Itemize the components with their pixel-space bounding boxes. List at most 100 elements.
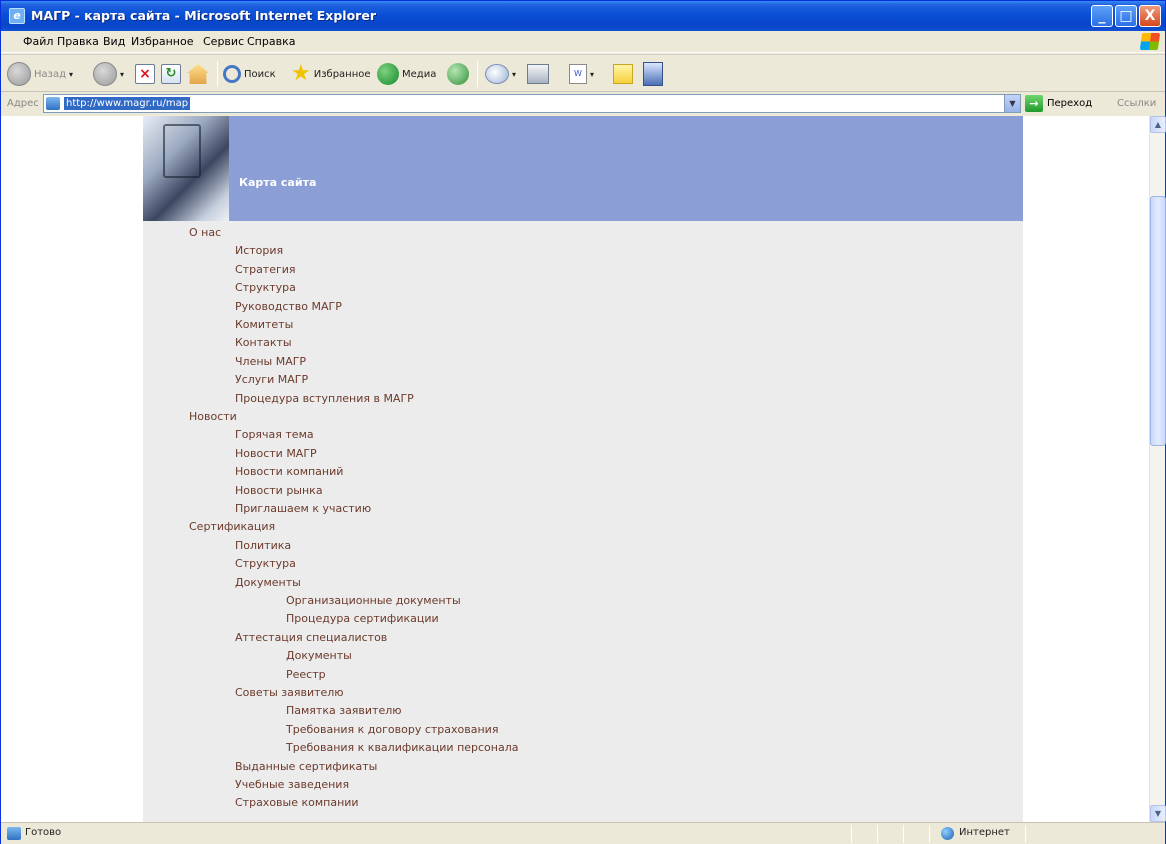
- sitemap-link[interactable]: Процедура вступления в МАГР: [235, 392, 414, 406]
- sitemap-link[interactable]: Учебные заведения: [235, 778, 349, 792]
- favorites-label: Избранное: [313, 68, 371, 80]
- messenger-button[interactable]: [643, 59, 663, 89]
- home-button[interactable]: [187, 59, 209, 89]
- sitemap-link[interactable]: Реестр: [286, 668, 326, 682]
- sitemap-link[interactable]: Горячая тема: [235, 428, 314, 442]
- sitemap-page: Карта сайта О нас История Стратегия Структу…: [143, 116, 1023, 822]
- chevron-down-icon[interactable]: ▾: [590, 70, 594, 79]
- sitemap-link[interactable]: Структура: [235, 557, 296, 571]
- maximize-button[interactable]: □: [1115, 5, 1137, 27]
- browser-window: e МАГР - карта сайта - Microsoft Interne…: [0, 0, 1166, 844]
- page-icon: [46, 97, 60, 110]
- menu-file[interactable]: Файл: [23, 35, 53, 48]
- sitemap-link[interactable]: Руководство МАГР: [235, 300, 342, 314]
- stop-button[interactable]: ×: [135, 59, 155, 89]
- sitemap-link[interactable]: Структура: [235, 281, 296, 295]
- sitemap-link[interactable]: Страховые компании: [235, 796, 359, 810]
- mail-icon: [485, 64, 509, 84]
- window-title: МАГР - карта сайта - Microsoft Internet …: [31, 8, 376, 23]
- sitemap-link[interactable]: Комитеты: [235, 318, 293, 332]
- edit-button[interactable]: W ▾: [569, 59, 594, 89]
- sitemap-link[interactable]: История: [235, 244, 283, 258]
- menu-view[interactable]: Вид: [103, 35, 125, 48]
- sitemap-link[interactable]: Выданные сертификаты: [235, 760, 377, 774]
- sitemap-link[interactable]: Документы: [286, 649, 352, 663]
- standard-toolbar: Назад ▾ ▾ × ↻ Поиск ★ Избранное Медиа ▾ …: [1, 54, 1165, 92]
- banner-image: [143, 116, 229, 221]
- close-button[interactable]: X: [1139, 5, 1161, 27]
- go-button[interactable]: → Переход: [1025, 95, 1092, 112]
- sitemap-link[interactable]: Члены МАГР: [235, 355, 306, 369]
- refresh-button[interactable]: ↻: [161, 59, 181, 89]
- windows-logo-icon: [1139, 33, 1161, 50]
- status-divider: [877, 825, 878, 843]
- scrollbar-thumb[interactable]: [1150, 196, 1166, 446]
- messenger-icon: [643, 62, 663, 86]
- sitemap-link[interactable]: Советы заявителю: [235, 686, 344, 700]
- status-text: Готово: [25, 827, 62, 838]
- status-divider: [1025, 825, 1026, 843]
- mail-button[interactable]: ▾: [485, 59, 516, 89]
- vertical-scrollbar[interactable]: ▲ ▼: [1149, 116, 1166, 822]
- go-label: Переход: [1047, 98, 1093, 109]
- sitemap-link[interactable]: Политика: [235, 539, 291, 553]
- forward-button[interactable]: ▾: [93, 59, 124, 89]
- sitemap-link[interactable]: Документы: [235, 576, 301, 590]
- sitemap-link[interactable]: Новости: [189, 410, 237, 424]
- chevron-down-icon[interactable]: ▾: [120, 70, 124, 79]
- title-bar[interactable]: e МАГР - карта сайта - Microsoft Interne…: [1, 1, 1165, 31]
- sitemap-link[interactable]: Аттестация специалистов: [235, 631, 387, 645]
- sitemap-link[interactable]: Приглашаем к участию: [235, 502, 371, 516]
- links-label[interactable]: Ссылки: [1117, 98, 1156, 109]
- search-icon: [223, 65, 241, 83]
- menu-bar: Файл Правка Вид Избранное Сервис Справка: [1, 31, 1165, 53]
- discuss-button[interactable]: [613, 59, 633, 89]
- address-label: Адрес: [7, 98, 39, 109]
- sitemap-link[interactable]: Организационные документы: [286, 594, 461, 608]
- minimize-button[interactable]: _: [1091, 5, 1113, 27]
- menu-edit[interactable]: Правка: [57, 35, 99, 48]
- favorites-button[interactable]: ★ Избранное: [291, 59, 371, 89]
- sitemap-link[interactable]: Сертификация: [189, 520, 275, 534]
- history-button[interactable]: [447, 59, 469, 89]
- media-button[interactable]: Медиа: [377, 59, 436, 89]
- page-viewport: Карта сайта О нас История Стратегия Структу…: [1, 116, 1149, 822]
- scroll-up-icon[interactable]: ▲: [1150, 116, 1166, 133]
- back-button[interactable]: Назад ▾: [7, 59, 73, 89]
- page-banner: Карта сайта: [143, 116, 1023, 221]
- page-done-icon: [7, 827, 21, 840]
- menu-help[interactable]: Справка: [247, 35, 295, 48]
- status-divider: [929, 825, 930, 843]
- chevron-down-icon[interactable]: ▼: [1004, 95, 1020, 112]
- address-input[interactable]: http://www.magr.ru/map ▼: [43, 94, 1021, 113]
- chevron-down-icon[interactable]: ▾: [512, 70, 516, 79]
- ie-icon: e: [9, 8, 25, 24]
- scroll-down-icon[interactable]: ▼: [1150, 805, 1166, 822]
- search-label: Поиск: [244, 68, 276, 80]
- media-icon: [377, 63, 399, 85]
- printer-icon: [527, 64, 549, 84]
- sitemap-link[interactable]: Услуги МАГР: [235, 373, 308, 387]
- zone-label: Интернет: [959, 827, 1010, 838]
- star-icon: ★: [291, 61, 311, 86]
- sitemap-link[interactable]: Новости МАГР: [235, 447, 317, 461]
- menu-tools[interactable]: Сервис: [203, 35, 244, 48]
- menu-favorites[interactable]: Избранное: [131, 35, 193, 48]
- search-button[interactable]: Поиск: [223, 59, 276, 89]
- history-icon: [447, 63, 469, 85]
- sitemap-link[interactable]: Новости рынка: [235, 484, 323, 498]
- sitemap-link[interactable]: Требования к договору страхования: [286, 723, 498, 737]
- media-label: Медиа: [402, 68, 437, 80]
- sitemap-link[interactable]: О нас: [189, 226, 221, 240]
- address-url[interactable]: http://www.magr.ru/map: [64, 97, 191, 110]
- sitemap-link[interactable]: Требования к квалификации персонала: [286, 741, 519, 755]
- sitemap-link[interactable]: Памятка заявителю: [286, 704, 402, 718]
- status-divider: [903, 825, 904, 843]
- sitemap-link[interactable]: Новости компаний: [235, 465, 343, 479]
- sitemap-link[interactable]: Контакты: [235, 336, 292, 350]
- print-button[interactable]: [527, 59, 549, 89]
- sitemap-link[interactable]: Стратегия: [235, 263, 296, 277]
- sitemap-link[interactable]: Процедура сертификации: [286, 612, 439, 626]
- forward-arrow-icon: [93, 62, 117, 86]
- chevron-down-icon[interactable]: ▾: [69, 70, 73, 79]
